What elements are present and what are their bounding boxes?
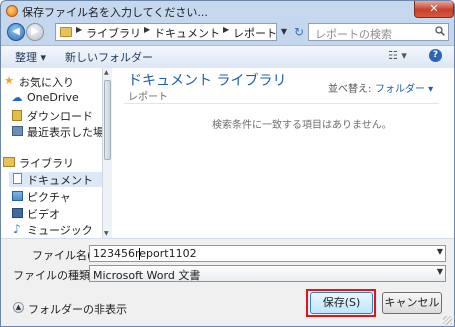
nav-recent-label: 最近表示した場所: [27, 126, 103, 139]
address-bar[interactable]: ▶ ライブラリ ▶ ドキュメント ▶ レポート: [55, 23, 277, 41]
nav-pictures-label: ピクチャ: [27, 191, 71, 204]
chevron-down-icon[interactable]: ▼: [437, 247, 443, 256]
view-options-button[interactable]: ☷ ▾: [388, 49, 407, 62]
nav-onedrive[interactable]: ☁ OneDrive: [9, 91, 102, 106]
cloud-icon: ☁: [11, 91, 23, 104]
nav-videos-label: ビデオ: [27, 208, 60, 221]
filetype-select[interactable]: Microsoft Word 文書 ▼: [89, 265, 446, 282]
chevron-right-icon[interactable]: ▶: [76, 25, 82, 34]
breadcrumb-documents[interactable]: ドキュメント: [154, 25, 220, 41]
star-icon: ★: [4, 74, 14, 87]
folder-icon: [60, 27, 72, 37]
nav-documents-label: ドキュメント: [27, 174, 93, 187]
nav-favorites[interactable]: ★ お気に入り: [1, 74, 102, 90]
divider: [124, 103, 440, 104]
breadcrumb-reports[interactable]: レポート: [233, 25, 277, 41]
nav-downloads-label: ダウンロード: [27, 110, 93, 123]
title-bar[interactable]: 保存ファイル名を入力してください... ✕: [1, 1, 454, 21]
recent-places-icon: [12, 126, 23, 136]
library-subtitle: レポート: [128, 92, 168, 103]
nav-favorites-label: お気に入り: [19, 76, 74, 89]
document-icon: [13, 173, 22, 184]
address-dropdown-icon[interactable]: ▼: [278, 23, 290, 41]
text-caret: [139, 248, 140, 260]
back-button[interactable]: ◀: [7, 23, 25, 41]
search-icon[interactable]: [435, 26, 445, 36]
forward-button[interactable]: ▶: [26, 23, 44, 41]
app-icon: [6, 5, 18, 17]
cancel-button[interactable]: キャンセル: [382, 292, 442, 314]
nav-downloads[interactable]: ダウンロード: [9, 108, 102, 123]
scroll-up-icon[interactable]: ▲: [104, 69, 109, 76]
chevron-down-icon[interactable]: ▼: [437, 267, 443, 276]
save-dialog: 保存ファイル名を入力してください... ✕ ◀ ▶ ▶ ライブラリ ▶ ドキュメ…: [0, 0, 455, 327]
nav-music[interactable]: ♪ ミュージック: [9, 222, 102, 237]
nav-libraries[interactable]: ライブラリ: [1, 155, 102, 170]
pictures-icon: [12, 191, 23, 201]
music-icon: ♪: [13, 222, 21, 236]
nav-recent-places[interactable]: 最近表示した場所: [9, 124, 102, 139]
scroll-thumb[interactable]: [104, 80, 111, 160]
filename-input[interactable]: 123456report1102 ▼: [89, 245, 446, 262]
new-folder-button[interactable]: 新しいフォルダー: [65, 49, 153, 65]
chevron-up-icon: ▲: [13, 302, 24, 313]
nav-music-label: ミュージック: [27, 224, 93, 237]
save-button[interactable]: 保存(S): [310, 292, 373, 314]
nav-onedrive-label: OneDrive: [27, 91, 79, 104]
navigation-pane: ★ お気に入り ☁ OneDrive ダウンロード 最近表示した場所 ライブラリ…: [1, 68, 103, 238]
organize-button[interactable]: 整理 ▾: [15, 49, 46, 65]
libraries-icon: [3, 157, 15, 167]
content-scroll-area: [439, 68, 454, 238]
filename-value: 123456report1102: [93, 247, 197, 260]
hide-folders-label: フォルダーの非表示: [28, 303, 127, 316]
chevron-right-icon[interactable]: ▶: [144, 25, 150, 34]
nav-libraries-label: ライブラリ: [19, 157, 74, 170]
command-toolbar: 整理 ▾ 新しいフォルダー ☷ ▾ ?: [1, 45, 454, 69]
nav-pictures[interactable]: ピクチャ: [9, 189, 102, 204]
scroll-down-icon[interactable]: ▼: [104, 230, 109, 237]
search-placeholder: レポートの検索: [315, 28, 392, 41]
breadcrumb-libraries[interactable]: ライブラリ: [86, 25, 141, 41]
video-icon: [12, 208, 23, 218]
refresh-icon[interactable]: ↻: [292, 23, 306, 41]
resize-grip[interactable]: [443, 316, 452, 325]
address-row: ◀ ▶ ▶ ライブラリ ▶ ドキュメント ▶ レポート ▼ ↻ レポートの検索: [1, 21, 454, 43]
search-input[interactable]: レポートの検索: [308, 23, 449, 41]
close-button[interactable]: ✕: [414, 1, 454, 18]
arrange-by-dropdown[interactable]: フォルダー ▾: [375, 80, 433, 95]
arrange-by-label: 並べ替え:: [328, 84, 372, 95]
empty-message: 検索条件に一致する項目はありません。: [212, 120, 392, 131]
chevron-right-icon[interactable]: ▶: [223, 25, 229, 34]
nav-documents[interactable]: ドキュメント: [9, 172, 102, 187]
help-icon[interactable]: ?: [429, 49, 442, 62]
window-title: 保存ファイル名を入力してください...: [22, 6, 208, 19]
downloads-folder-icon: [12, 110, 22, 121]
filetype-value: Microsoft Word 文書: [93, 269, 201, 282]
save-form: ファイル名(N): 123456report1102 ▼ ファイルの種類(T):…: [1, 238, 454, 326]
nav-videos[interactable]: ビデオ: [9, 206, 102, 221]
library-title: ドキュメント ライブラリ: [128, 73, 287, 89]
file-list-pane[interactable]: ドキュメント ライブラリ レポート 並べ替え: フォルダー ▾ 検索条件に一致す…: [112, 68, 440, 238]
